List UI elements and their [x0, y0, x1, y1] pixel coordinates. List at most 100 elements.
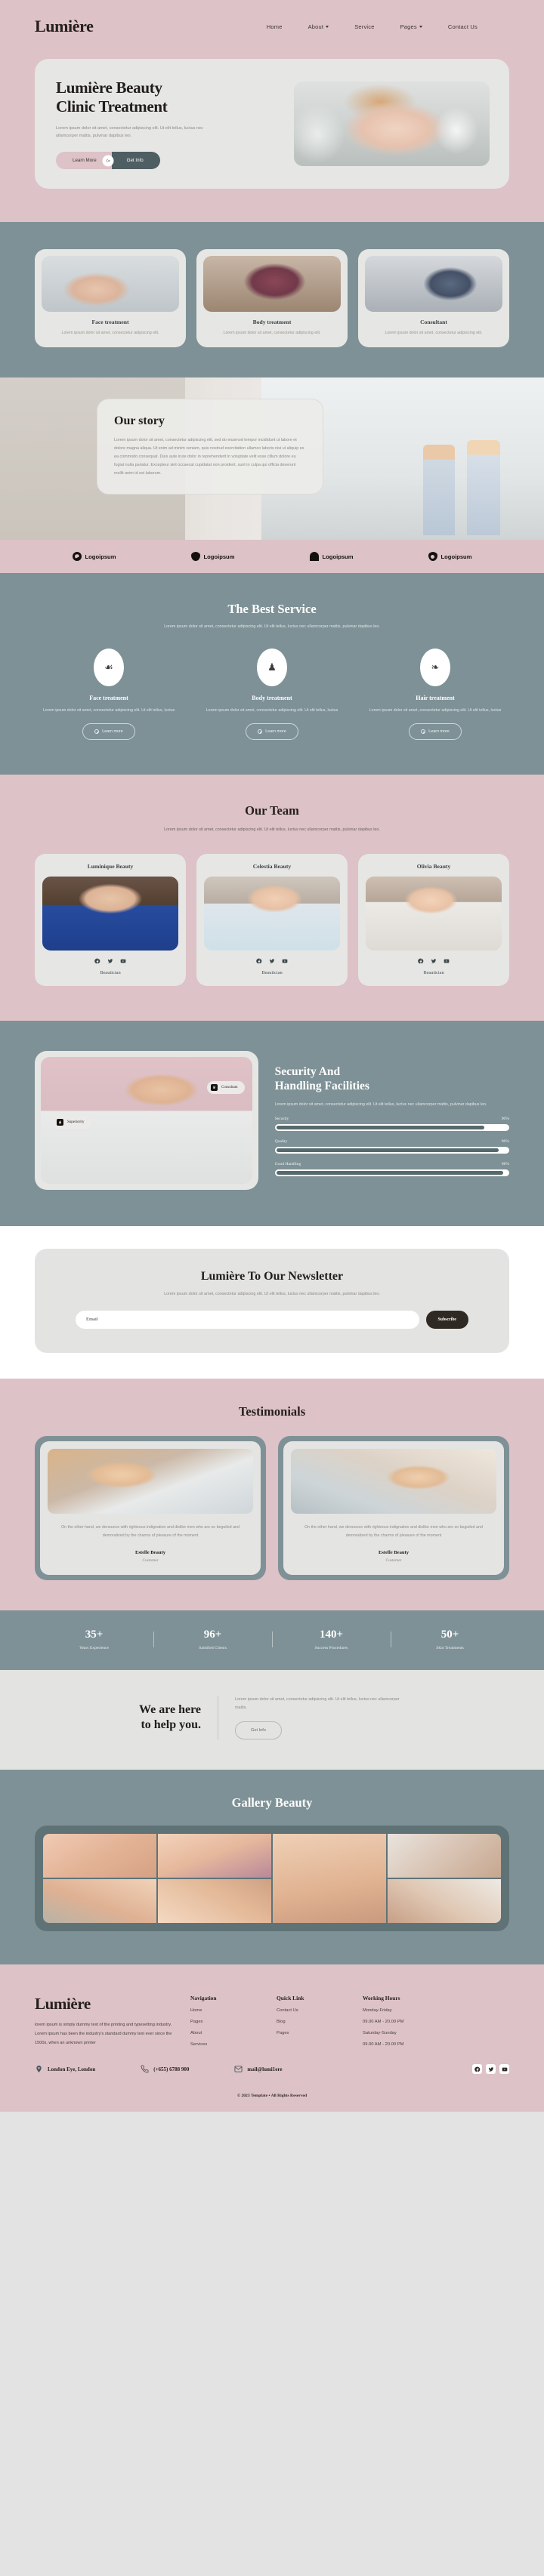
progress-fill: [276, 1148, 499, 1152]
footer-nav-home[interactable]: Home: [190, 2008, 263, 2013]
learn-more-button[interactable]: Learn more: [246, 723, 298, 741]
footer-hours-weekday-time: 09.00 AM - 20.00 PM: [363, 2020, 404, 2025]
testimonial-role: Customer: [385, 1558, 402, 1564]
footer-email[interactable]: mail@lumi1ere: [234, 2065, 282, 2073]
service-card[interactable]: Face treatment Lorem ipsum dolor sit ame…: [35, 249, 186, 348]
footer-brand-logo[interactable]: Lumière: [35, 1995, 177, 2014]
learn-more-button[interactable]: Learn more: [82, 723, 135, 741]
footer-nav-about[interactable]: About: [190, 2031, 263, 2035]
nav-item-service[interactable]: Service: [354, 23, 374, 30]
stat-label: Skin Treatments: [436, 1646, 464, 1651]
testimonial-quote: On the other hand, we denounce with righ…: [61, 1524, 240, 1538]
youtube-icon[interactable]: [120, 958, 126, 964]
gallery-section: Gallery Beauty: [0, 1770, 544, 1965]
nav-label: Pages: [400, 23, 417, 30]
footer-hours-weekend-time: 09.00 AM - 20.00 PM: [363, 2042, 404, 2048]
footer-nav-pages[interactable]: Pages: [190, 2020, 263, 2024]
hair-treatment-icon: ❧: [420, 649, 450, 687]
gallery-image[interactable]: [273, 1834, 386, 1924]
testimonials-title: Testimonials: [238, 1404, 306, 1419]
footer-address-label: London Eye, London: [48, 2066, 96, 2072]
footer-nav-services[interactable]: Services: [190, 2042, 263, 2047]
superiority-badge-label: Superiority: [67, 1120, 85, 1125]
gallery-image[interactable]: [388, 1879, 501, 1924]
security-description: Lorem ipsum dolor sit amet, consectetur …: [274, 1102, 487, 1107]
facebook-icon[interactable]: [94, 958, 100, 964]
progress-track: [274, 1146, 509, 1154]
chevron-down-icon: [419, 25, 422, 28]
facebook-icon[interactable]: [256, 958, 262, 964]
footer-about-text: lorem ipsum is simply dummy text of the …: [35, 2023, 172, 2045]
nav-item-about[interactable]: About: [308, 23, 329, 30]
twitter-icon[interactable]: [486, 2064, 496, 2075]
progress-value: 96%: [501, 1139, 509, 1144]
twitter-icon[interactable]: [269, 958, 275, 964]
stats-bar: 35+ Years Experience 96+ Satisfied Clien…: [0, 1610, 544, 1671]
team-member-card[interactable]: Celestia Beauty Beautician: [196, 854, 348, 987]
footer-phone[interactable]: (+655) 6788 900: [141, 2065, 189, 2073]
play-circle-icon: [258, 729, 263, 735]
subscribe-button[interactable]: Subscribe: [425, 1310, 468, 1329]
nav-item-pages[interactable]: Pages: [400, 23, 422, 30]
get-info-button[interactable]: Get Info: [235, 1721, 282, 1740]
stat-item: 35+ Years Experience: [35, 1628, 153, 1650]
gallery-image[interactable]: [388, 1834, 501, 1878]
team-member-card[interactable]: Luminique Beauty Beautician: [35, 854, 186, 987]
stat-item: 50+ Skin Treatments: [391, 1628, 509, 1650]
story-text: Lorem ipsum dolor sit amet, consectetur …: [114, 438, 304, 476]
team-member-card[interactable]: Olivia Beauty Beautician: [358, 854, 509, 987]
logo-item[interactable]: Logoipsum: [428, 552, 471, 562]
team-member-photo: [42, 877, 178, 951]
our-team-section: Our Team Lorem ipsum dolor sit amet, con…: [0, 775, 544, 1021]
footer-address[interactable]: London Eye, London: [35, 2065, 95, 2073]
gallery-image[interactable]: [158, 1834, 271, 1878]
face-treatment-icon: ☙: [94, 649, 124, 687]
progress-label: Quality: [274, 1139, 288, 1144]
gallery-image[interactable]: [43, 1834, 156, 1878]
twitter-icon[interactable]: [431, 958, 437, 964]
gallery-image[interactable]: [158, 1879, 271, 1924]
footer-quick-contact-us[interactable]: Contact Us: [277, 2008, 349, 2013]
youtube-icon[interactable]: [444, 958, 450, 964]
learn-more-label: Learn more: [428, 729, 450, 735]
service-card[interactable]: Consultant Lorem ipsum dolor sit amet, c…: [358, 249, 509, 348]
nav-label: Home: [266, 23, 283, 30]
youtube-icon[interactable]: [282, 958, 288, 964]
logo-item[interactable]: Logoipsum: [309, 552, 353, 562]
testimonial-name: Estelle Beauty: [378, 1550, 410, 1556]
footer-quick-pages[interactable]: Pages: [277, 2031, 349, 2035]
brand-logo[interactable]: Lumière: [35, 17, 94, 36]
email-input[interactable]: [76, 1310, 419, 1329]
learn-more-button[interactable]: Learn more: [409, 723, 462, 741]
icon-glyph: ♟: [267, 661, 277, 673]
best-service-item-desc: Lorem ipsum dolor sit amet, consectetur …: [369, 708, 502, 713]
help-title: We are here to help you.: [139, 1702, 201, 1733]
consultant-badge-icon: ♛: [210, 1084, 218, 1092]
get-info-button[interactable]: Get Info: [111, 152, 160, 170]
service-card-image: [42, 256, 179, 313]
twitter-icon[interactable]: [107, 958, 113, 964]
footer-quick-blog[interactable]: Blog: [277, 2020, 349, 2024]
hero-section: Lumière Beauty Clinic Treatment Lorem ip…: [0, 59, 544, 223]
service-card-desc: Lorem ipsum dolor sit amet, consectetur …: [385, 331, 483, 336]
youtube-icon[interactable]: [499, 2064, 509, 2075]
facebook-icon[interactable]: [472, 2064, 482, 2075]
logo-item[interactable]: Logoipsum: [72, 552, 116, 562]
service-card[interactable]: Body treatment Lorem ipsum dolor sit ame…: [196, 249, 348, 348]
security-content: Security And Handling Facilities Lorem i…: [274, 1065, 509, 1176]
team-members-row: Luminique Beauty Beautician Celestia Bea…: [35, 854, 509, 987]
site-footer: Lumière lorem ipsum is simply dummy text…: [0, 1964, 544, 2112]
stat-item: 96+ Satisfied Clients: [153, 1628, 272, 1650]
progress-fill: [276, 1170, 503, 1175]
story-card: Our story Lorem ipsum dolor sit amet, co…: [97, 399, 323, 495]
nav-item-contact-us[interactable]: Contact Us: [448, 23, 478, 30]
facebook-icon[interactable]: [418, 958, 424, 964]
team-member-name: Celestia Beauty: [252, 863, 292, 870]
footer-hours-weekday-label: Monday-Friday: [363, 2008, 392, 2014]
chevron-down-icon: [326, 25, 329, 28]
nav-item-home[interactable]: Home: [267, 23, 283, 30]
gallery-image[interactable]: [43, 1879, 156, 1924]
logo-item[interactable]: Logoipsum: [190, 552, 234, 562]
team-member-socials: [204, 958, 340, 964]
progress-header: Quality 96%: [275, 1139, 509, 1144]
